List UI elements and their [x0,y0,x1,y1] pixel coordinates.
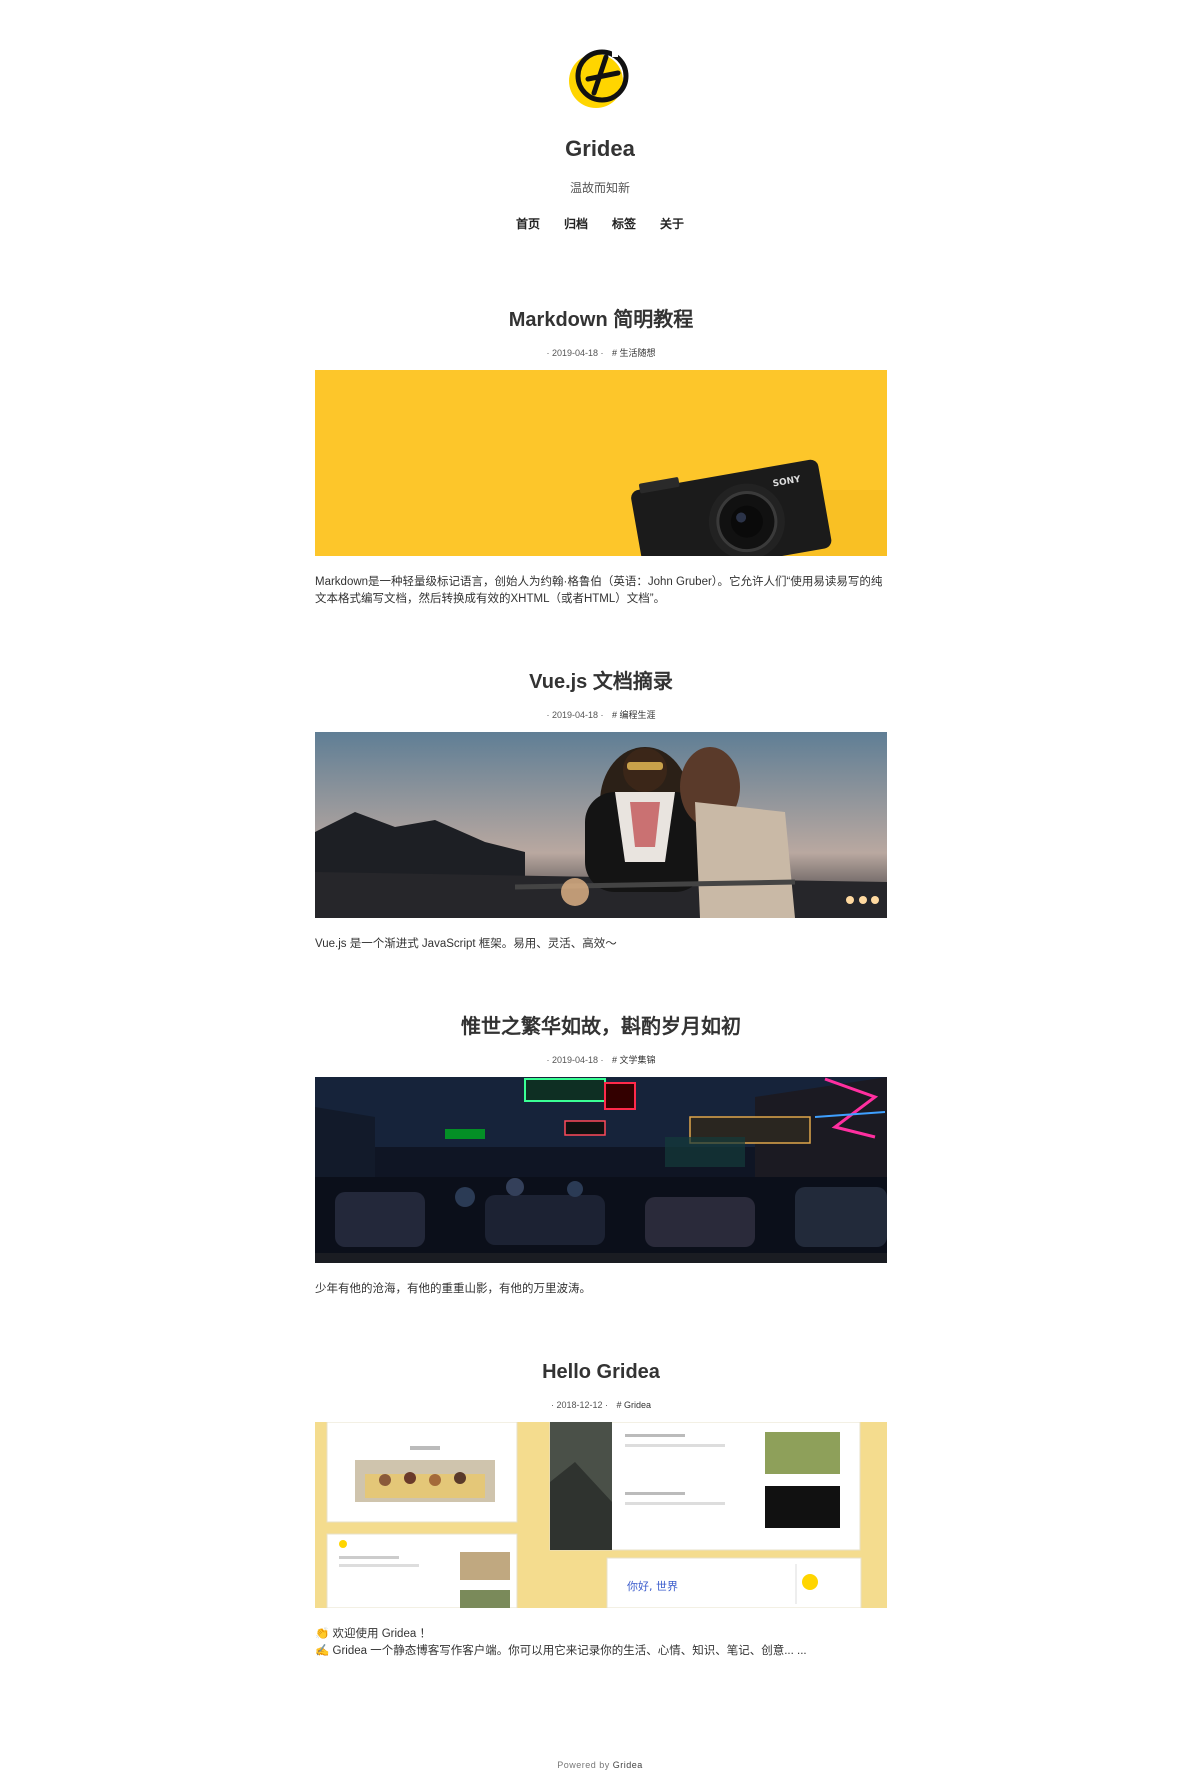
svg-text:你好, 世界: 你好, 世界 [627,1579,678,1593]
post-meta: · 2019-04-18 · # 编程生涯 [315,709,887,721]
post-feature-image[interactable]: SONY [315,370,887,556]
post-date: · 2019-04-18 · [546,348,604,358]
post-title[interactable]: 惟世之繁华如故，斟酌岁月如初 [315,1012,887,1042]
post-meta: · 2019-04-18 · # 文学集锦 [315,1054,887,1066]
post-abstract: Vue.js 是一个渐进式 JavaScript 框架。易用、灵活、高效～ [315,938,617,950]
nav-item-archive[interactable]: 归档 [564,215,588,232]
post-tag[interactable]: # Gridea [617,1400,652,1410]
nav-item-tags[interactable]: 标签 [612,215,636,232]
post-feature-image[interactable] [315,1077,887,1263]
post-meta: · 2018-12-12 · # Gridea [315,1399,887,1411]
abstract-text: 欢迎使用 Gridea ！ [332,1628,431,1640]
abstract-line: ✍️ Gridea 一个静态博客写作客户端。你可以用它来记录你的生活、心情、知识… [315,1643,887,1660]
post-tag[interactable]: # 编程生涯 [612,710,656,720]
site-description: 温故而知新 [569,181,630,195]
footer-brand-link[interactable]: Gridea [613,1760,643,1770]
post-abstract: Markdown是一种轻量级标记语言，创始人为约翰·格鲁伯（英语：John Gr… [315,576,883,605]
nav-item-about[interactable]: 关于 [660,215,684,232]
abstract-line: 👏 欢迎使用 Gridea ！ [315,1626,887,1643]
post-date: · 2018-12-12 · [550,1400,608,1410]
post-tag[interactable]: # 文学集锦 [612,1055,656,1065]
main-nav: 首页 归档 标签 关于 [0,215,1200,232]
site-title[interactable]: Gridea [0,136,1200,162]
post-abstract: 少年有他的沧海，有他的重重山影，有他的万里波涛。 [315,1283,591,1295]
post-item: Vue.js 文档摘录 · 2019-04-18 · # 编程生涯 Vue.js… [315,667,887,953]
footer: Powered by Gridea [0,1760,1200,1770]
writing-hand-icon: ✍️ [315,1645,330,1657]
nav-item-home[interactable]: 首页 [516,215,540,232]
post-title[interactable]: Hello Gridea [315,1357,887,1387]
post-date: · 2019-04-18 · [546,710,604,720]
post-item: 惟世之繁华如故，斟酌岁月如初 · 2019-04-18 · # 文学集锦 少年有… [315,1012,887,1298]
abstract-text: Gridea 一个静态博客写作客户端。你可以用它来记录你的生活、心情、知识、笔记… [332,1645,807,1657]
gridea-logo-icon[interactable] [566,45,634,113]
clap-icon: 👏 [315,1628,330,1640]
post-meta: · 2019-04-18 · # 生活随想 [315,347,887,359]
post-feature-image[interactable]: 你好, 世界 [315,1422,887,1608]
post-tag[interactable]: # 生活随想 [612,348,656,358]
post-abstract: 👏 欢迎使用 Gridea ！ ✍️ Gridea 一个静态博客写作客户端。你可… [315,1626,887,1660]
footer-prefix: Powered by [557,1760,610,1770]
post-title[interactable]: Vue.js 文档摘录 [315,667,887,697]
post-date: · 2019-04-18 · [546,1055,604,1065]
post-item: Hello Gridea · 2018-12-12 · # Gridea 你好,… [315,1357,887,1660]
post-title[interactable]: Markdown 简明教程 [315,305,887,335]
post-item: Markdown 简明教程 · 2019-04-18 · # 生活随想 SONY… [315,305,887,608]
post-feature-image[interactable] [315,732,887,918]
